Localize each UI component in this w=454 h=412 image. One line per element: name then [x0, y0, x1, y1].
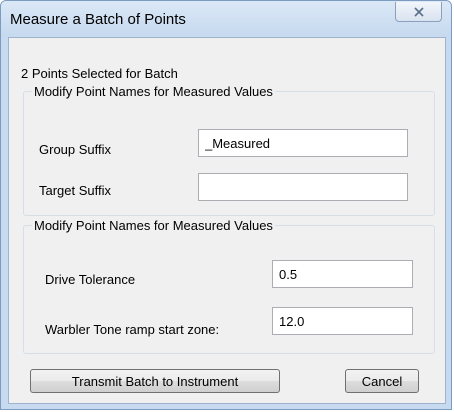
cancel-button[interactable]: Cancel — [345, 369, 419, 393]
warbler-tone-input[interactable] — [272, 307, 413, 335]
target-suffix-label: Target Suffix — [39, 183, 112, 198]
dialog-window: Measure a Batch of Points 2 Points Selec… — [0, 0, 452, 410]
window-title: Measure a Batch of Points — [10, 11, 186, 28]
dialog-client-area: 2 Points Selected for Batch Modify Point… — [8, 37, 446, 404]
drive-tolerance-input[interactable] — [272, 260, 413, 288]
drive-tolerance-label: Drive Tolerance — [45, 272, 136, 287]
group-legend: Modify Point Names for Measured Values — [34, 84, 273, 99]
transmit-batch-button[interactable]: Transmit Batch to Instrument — [30, 369, 280, 393]
selected-count-label: 2 Points Selected for Batch — [21, 66, 178, 81]
warbler-tone-label: Warbler Tone ramp start zone: — [45, 322, 220, 337]
close-button[interactable] — [395, 2, 442, 22]
title-bar[interactable]: Measure a Batch of Points — [1, 1, 451, 37]
target-suffix-input[interactable] — [198, 173, 408, 201]
group-suffix-input[interactable] — [198, 129, 408, 157]
group-legend: Modify Point Names for Measured Values — [34, 218, 273, 233]
group-suffix-label: Group Suffix — [39, 142, 112, 157]
close-icon — [413, 6, 424, 17]
